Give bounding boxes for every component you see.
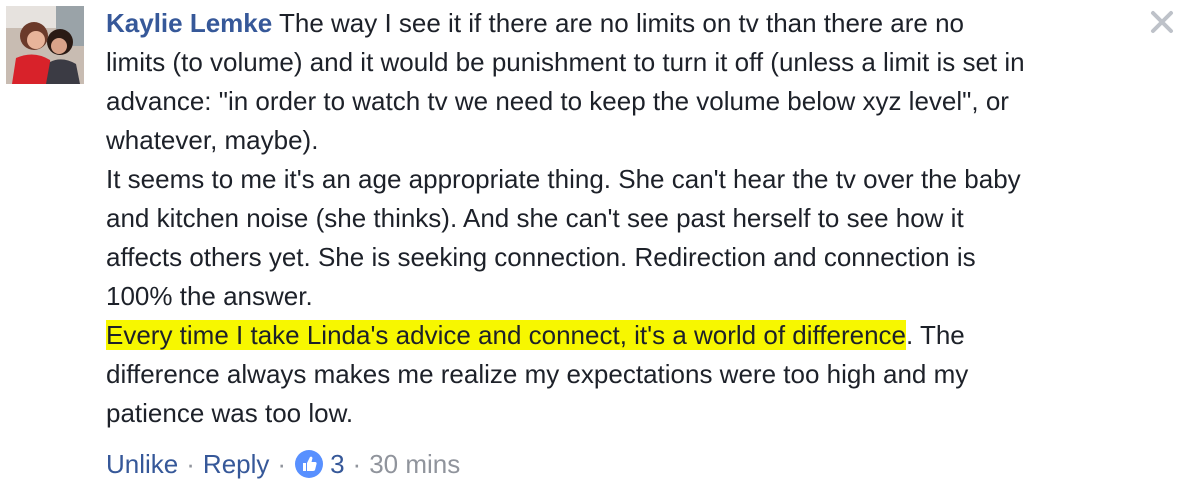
separator-dot: · (352, 449, 362, 479)
timestamp[interactable]: 30 mins (369, 446, 460, 482)
comment-body: Kaylie Lemke The way I see it if there a… (106, 4, 1166, 433)
like-count[interactable]: 3 (330, 446, 344, 482)
highlighted-text: Every time I take Linda's advice and con… (106, 320, 906, 350)
comment-text-fragment: . The (905, 320, 965, 350)
avatar[interactable] (6, 6, 84, 84)
comment-text-line: 100% the answer. (106, 281, 313, 311)
comment-text-line: affects others yet. She is seeking conne… (106, 242, 976, 272)
comment-text-line: difference always makes me realize my ex… (106, 359, 969, 389)
thumbs-up-icon[interactable] (294, 449, 324, 479)
comment-highlight-line: Every time I take Linda's advice and con… (106, 316, 1166, 355)
reply-button[interactable]: Reply (203, 446, 269, 482)
comment-text-line: It seems to me it's an age appropriate t… (106, 164, 1021, 194)
comment-actions: Unlike · Reply · 3 · 30 mins (106, 446, 460, 482)
separator-dot: · (186, 449, 195, 479)
close-icon[interactable] (1146, 6, 1178, 38)
comment-text-line: whatever, maybe). (106, 125, 319, 155)
comment-text-line: limits (to volume) and it would be punis… (106, 47, 1025, 77)
comment-text-line: and kitchen noise (she thinks). And she … (106, 203, 964, 233)
comment-text-line: The way I see it if there are no limits … (278, 8, 964, 38)
separator-dot: · (277, 449, 287, 479)
comment: Kaylie Lemke The way I see it if there a… (0, 0, 1185, 484)
comment-text-line: patience was too low. (106, 398, 354, 428)
comment-text-line: advance: "in order to watch tv we need t… (106, 86, 1009, 116)
unlike-button[interactable]: Unlike (106, 446, 178, 482)
avatar-photo (6, 6, 84, 84)
comment-first-line: Kaylie Lemke The way I see it if there a… (106, 4, 1166, 43)
author-name[interactable]: Kaylie Lemke (106, 8, 272, 38)
